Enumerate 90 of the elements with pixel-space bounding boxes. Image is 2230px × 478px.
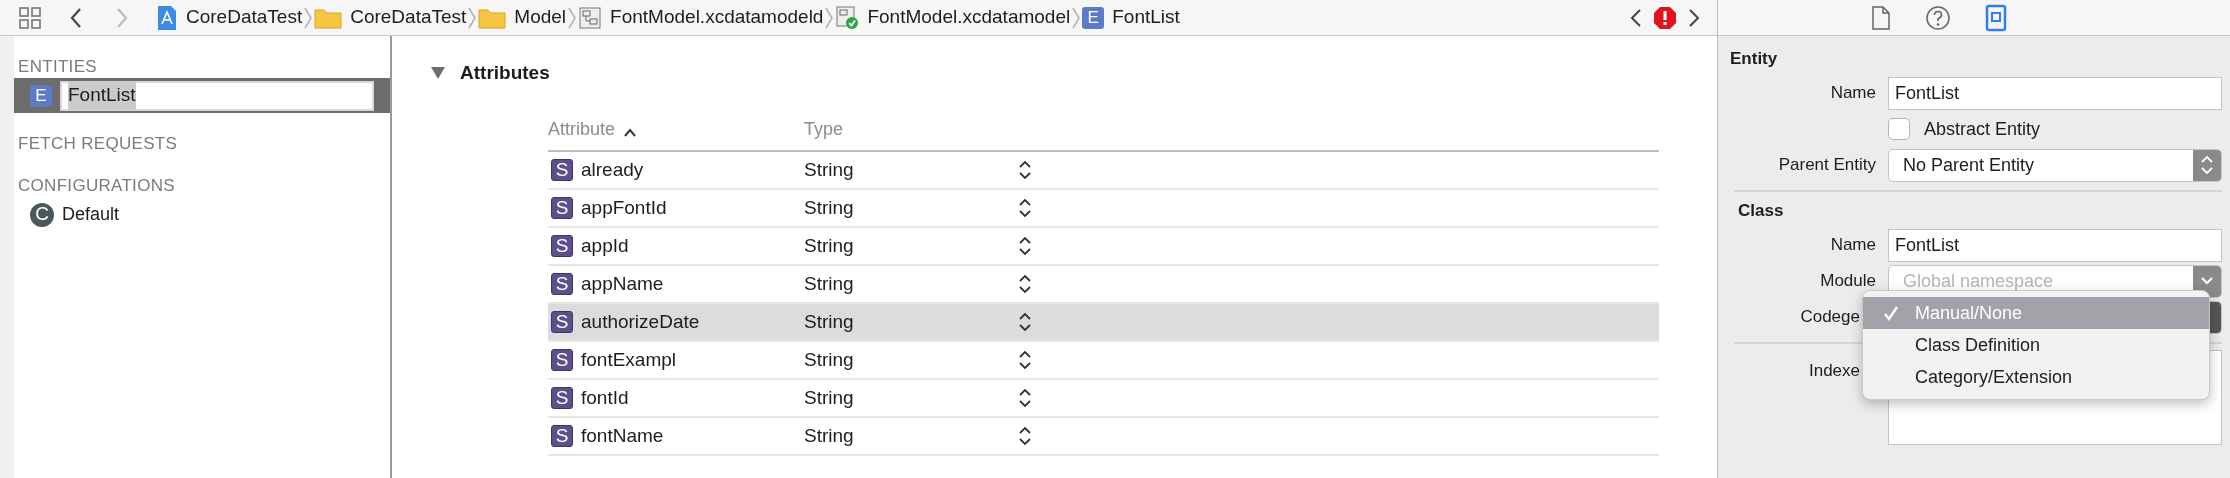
table-cell-text: authorizeDate [581, 309, 700, 334]
table-row[interactable]: S authorizeDate String [548, 304, 1659, 342]
table-cell-text: String [804, 385, 854, 410]
field-label: Parent Entity [1777, 154, 1877, 177]
section-title: Attributes [460, 60, 550, 85]
table-cell-text: String [804, 157, 854, 182]
table-row[interactable]: S appFontId String [548, 190, 1659, 228]
attribute-badge: S [551, 387, 573, 409]
help-icon[interactable] [1925, 4, 1951, 31]
model-file-icon [578, 5, 603, 30]
table-row[interactable]: S fontName String [548, 418, 1659, 456]
field-label: Module [1819, 270, 1877, 293]
column-header[interactable]: Attribute [548, 115, 616, 143]
section-title: Class [1737, 200, 1785, 222]
stepper-icon[interactable] [1018, 197, 1032, 219]
entity-badge: E [1082, 6, 1105, 29]
checkmark-icon [1883, 305, 1899, 321]
stepper-icon[interactable] [1018, 387, 1032, 409]
breadcrumb-item[interactable]: CoreDataTest [186, 3, 303, 32]
disclosure-triangle-icon[interactable] [430, 66, 446, 80]
section-title: Entity [1730, 48, 1779, 70]
field-label: Indexe [1807, 360, 1861, 382]
checkbox-label: Abstract Entity [1924, 117, 2041, 141]
table-cell-text: String [804, 233, 854, 258]
table-row[interactable]: S appId String [548, 228, 1659, 266]
folder-icon [478, 6, 507, 29]
attribute-badge: S [551, 311, 573, 333]
text-field[interactable]: FontList [1888, 76, 2222, 110]
attribute-badge: S [551, 235, 573, 257]
table-cell-text: fontExampl [581, 347, 677, 372]
stepper-icon[interactable] [1018, 235, 1032, 257]
stepper-icon[interactable] [1018, 311, 1032, 333]
checkbox[interactable] [1888, 118, 1910, 140]
section-heading: ENTITIES [17, 56, 98, 78]
breadcrumb-item[interactable]: Model [514, 3, 567, 32]
entity-badge: E [30, 84, 52, 107]
sidebar-item[interactable]: E FontList [14, 78, 390, 113]
table-cell-text: appId [581, 233, 629, 258]
table-row[interactable]: S already String [548, 152, 1659, 190]
chevron-icon [1070, 5, 1083, 30]
breadcrumb-item[interactable]: FontModel.xcdatamodeld [610, 3, 824, 32]
grid-icon[interactable] [18, 5, 42, 30]
table-cell-text: appName [581, 271, 664, 296]
stepper-icon[interactable] [1018, 349, 1032, 371]
stepper-icon [2198, 153, 2216, 177]
attribute-badge: S [551, 425, 573, 447]
chevron-icon [302, 5, 315, 30]
error-icon[interactable] [1653, 5, 1677, 30]
model-file-icon [835, 5, 860, 30]
field-label: Name [1829, 82, 1877, 105]
table-cell-text: String [804, 271, 854, 296]
section-heading: CONFIGURATIONS [17, 175, 176, 197]
table-cell-text: already [581, 157, 644, 182]
sidebar-item[interactable]: C Default [14, 197, 390, 232]
table-cell-text: appFontId [581, 195, 667, 220]
folder-icon [314, 6, 343, 29]
chevron-icon [466, 5, 479, 30]
table-row[interactable]: S fontExampl String [548, 342, 1659, 380]
breadcrumb-item[interactable]: CoreDataTest [350, 3, 467, 32]
chevron-icon [823, 5, 836, 30]
attribute-badge: S [551, 159, 573, 181]
attribute-badge: S [551, 273, 573, 295]
section-heading: FETCH REQUESTS [17, 133, 179, 155]
breadcrumb-item[interactable]: FontModel.xcdatamodel [867, 3, 1071, 32]
field-label: Name [1829, 234, 1877, 257]
text-field[interactable]: FontList [1888, 228, 2222, 262]
menu-item[interactable]: Class Definition [1863, 329, 2209, 361]
stepper-icon[interactable] [1018, 425, 1032, 447]
stepper-icon[interactable] [1018, 273, 1032, 295]
popup-button[interactable]: No Parent Entity [1888, 148, 2222, 182]
menu-item[interactable]: Category/Extension [1863, 361, 2209, 393]
table-cell-text: String [804, 309, 854, 334]
attribute-badge: S [551, 349, 573, 371]
table-cell-text: fontName [581, 423, 664, 448]
stepper-icon[interactable] [1018, 159, 1032, 181]
table-cell-text: fontId [581, 385, 629, 410]
table-row[interactable]: S fontId String [548, 380, 1659, 418]
data-model-inspector-icon[interactable] [1985, 3, 2007, 32]
table-cell-text: String [804, 347, 854, 372]
rename-field[interactable]: FontList [60, 80, 374, 111]
file-icon[interactable] [1871, 4, 1891, 31]
attribute-badge: S [551, 197, 573, 219]
item-label: Default [62, 203, 120, 226]
breadcrumb-item[interactable]: FontList [1112, 3, 1180, 32]
chevron-icon [566, 5, 579, 30]
field-label: Codege [1799, 306, 1861, 329]
configuration-badge: C [30, 202, 54, 227]
table-cell-text: String [804, 423, 854, 448]
project-icon [156, 4, 178, 31]
table-cell-text: String [804, 195, 854, 220]
